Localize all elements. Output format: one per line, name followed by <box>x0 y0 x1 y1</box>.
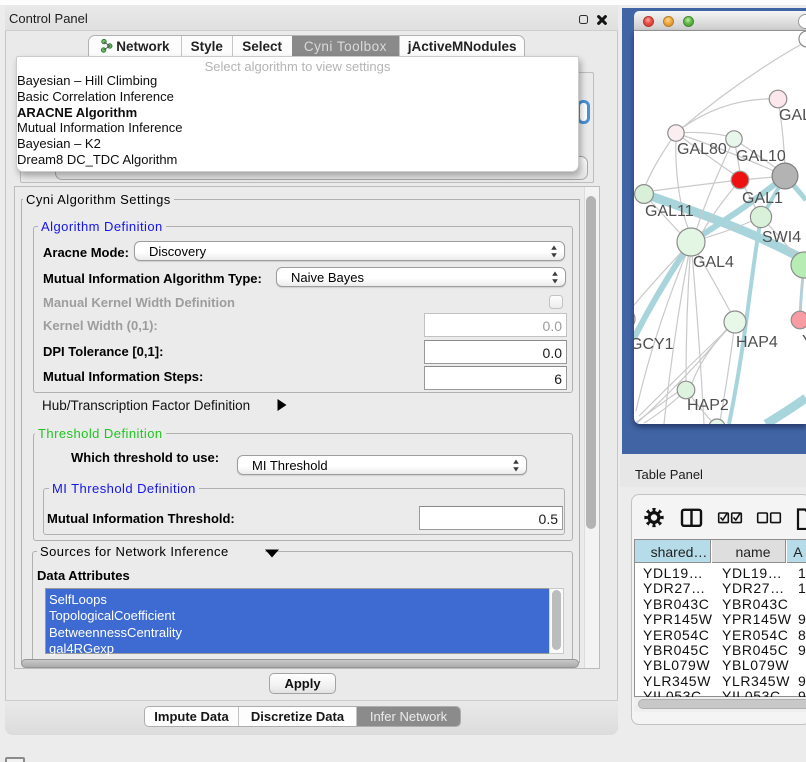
svg-text:GAL11: GAL11 <box>645 203 694 220</box>
svg-text:GAL80: GAL80 <box>677 141 727 158</box>
svg-text:GAL1: GAL1 <box>742 190 783 207</box>
svg-text:HAP2: HAP2 <box>687 397 729 414</box>
svg-text:GAL: GAL <box>779 107 806 124</box>
svg-text:SWI4: SWI4 <box>762 229 801 246</box>
svg-text:GAL4: GAL4 <box>693 254 734 271</box>
svg-text:HAP4: HAP4 <box>736 334 778 351</box>
svg-text:GCY1: GCY1 <box>634 336 674 353</box>
svg-text:GAL10: GAL10 <box>736 148 786 165</box>
svg-text:Y: Y <box>802 333 806 350</box>
